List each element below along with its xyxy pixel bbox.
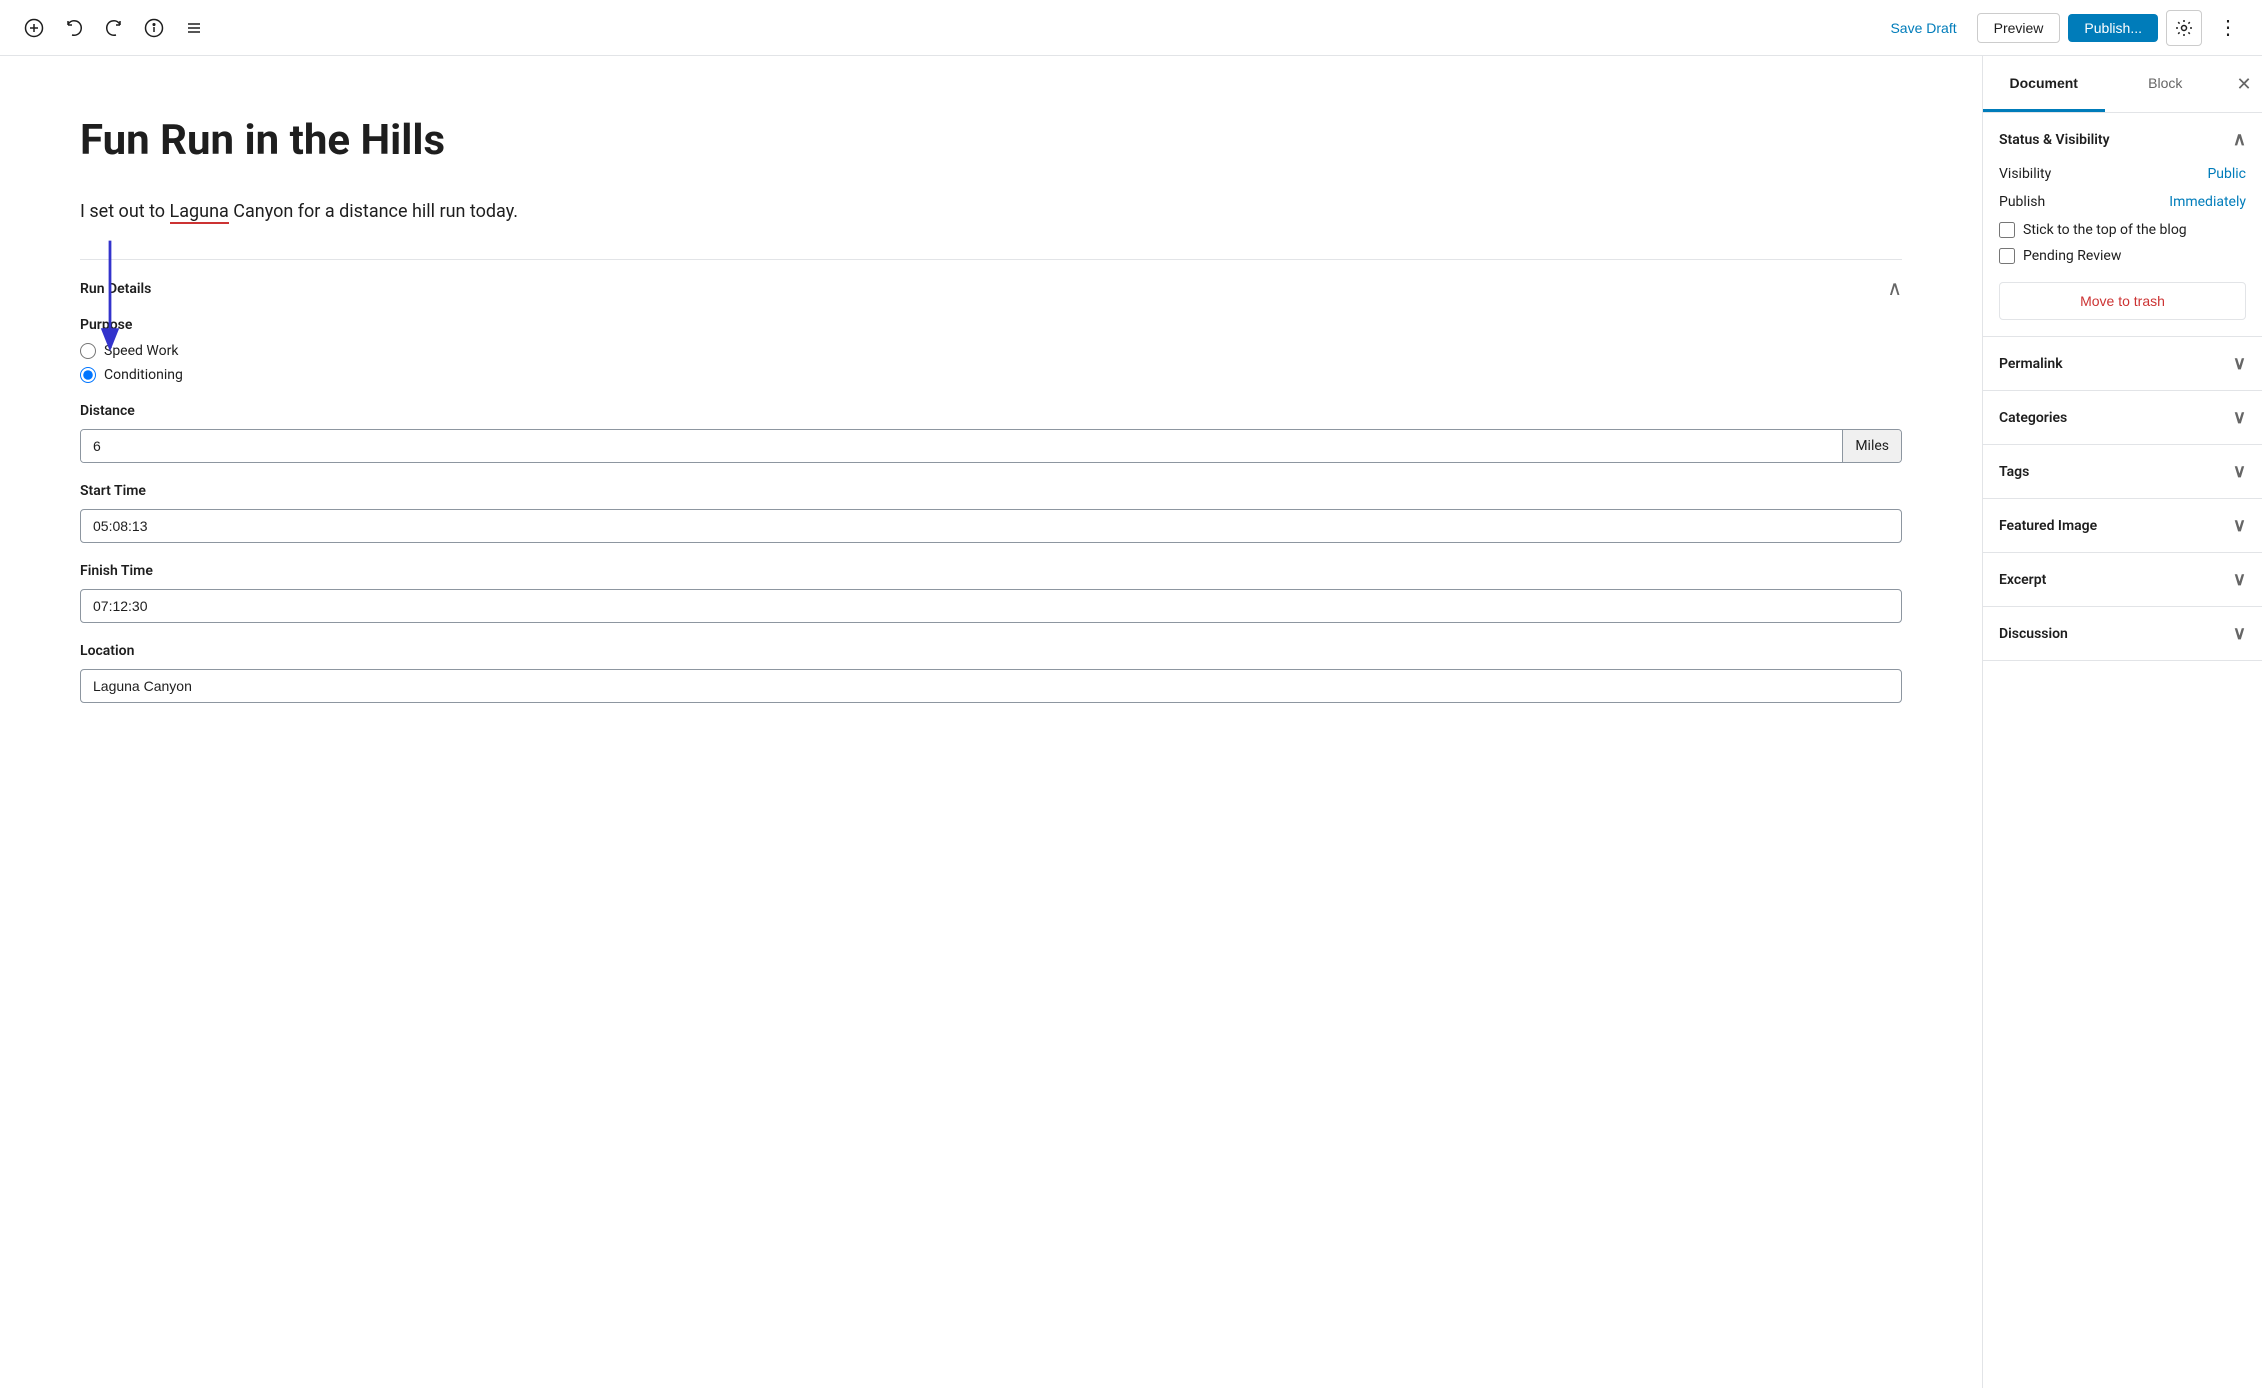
location-label: Location <box>80 643 1902 659</box>
visibility-row: Visibility Public <box>1999 166 2246 182</box>
tab-block[interactable]: Block <box>2105 56 2227 112</box>
settings-button[interactable] <box>2166 10 2202 46</box>
permalink-chevron: ∨ <box>2233 353 2246 374</box>
finish-time-field: Finish Time <box>80 563 1902 623</box>
toolbar: Save Draft Preview Publish... ⋮ <box>0 0 2262 56</box>
redo-button[interactable] <box>96 10 132 46</box>
section-permalink: Permalink ∨ <box>1983 337 2262 391</box>
editor-area[interactable]: Fun Run in the Hills I set out to Laguna… <box>0 56 1982 1388</box>
publish-button[interactable]: Publish... <box>2068 14 2158 42</box>
status-visibility-header[interactable]: Status & Visibility ∧ <box>1983 113 2262 166</box>
laguna-link[interactable]: Laguna <box>170 201 229 224</box>
right-sidebar: Document Block ✕ Status & Visibility ∧ V… <box>1982 56 2262 1388</box>
add-block-button[interactable] <box>16 10 52 46</box>
distance-input-wrapper: Miles <box>80 429 1902 463</box>
categories-chevron: ∨ <box>2233 407 2246 428</box>
excerpt-header[interactable]: Excerpt ∨ <box>1983 553 2262 606</box>
permalink-title: Permalink <box>1999 356 2063 372</box>
publish-row: Publish Immediately <box>1999 194 2246 210</box>
discussion-title: Discussion <box>1999 626 2068 642</box>
move-to-trash-button[interactable]: Move to trash <box>1999 282 2246 320</box>
meta-box-toggle[interactable]: ∧ <box>1887 276 1902 301</box>
section-featured-image: Featured Image ∨ <box>1983 499 2262 553</box>
section-status-visibility: Status & Visibility ∧ Visibility Public … <box>1983 113 2262 337</box>
start-time-label: Start Time <box>80 483 1902 499</box>
undo-button[interactable] <box>56 10 92 46</box>
purpose-field: Purpose Speed Work Conditioning <box>80 317 1902 383</box>
status-visibility-title: Status & Visibility <box>1999 132 2110 148</box>
post-title[interactable]: Fun Run in the Hills <box>80 116 1902 166</box>
visibility-label: Visibility <box>1999 166 2051 182</box>
start-time-field: Start Time <box>80 483 1902 543</box>
categories-header[interactable]: Categories ∨ <box>1983 391 2262 444</box>
meta-box-run-details: Run Details ∧ Purpose Speed Work Conditi… <box>80 259 1902 747</box>
sidebar-tabs: Document Block ✕ <box>1983 56 2262 113</box>
pending-review-label: Pending Review <box>2023 248 2121 264</box>
permalink-header[interactable]: Permalink ∨ <box>1983 337 2262 390</box>
pending-review-checkbox[interactable] <box>1999 248 2015 264</box>
radio-conditioning-input[interactable] <box>80 367 96 383</box>
radio-conditioning[interactable]: Conditioning <box>80 367 1902 383</box>
section-excerpt: Excerpt ∨ <box>1983 553 2262 607</box>
main-layout: Fun Run in the Hills I set out to Laguna… <box>0 56 2262 1388</box>
finish-time-input[interactable] <box>80 589 1902 623</box>
stick-to-top-row: Stick to the top of the blog <box>1999 222 2246 238</box>
categories-title: Categories <box>1999 410 2067 426</box>
distance-input[interactable] <box>81 430 1842 462</box>
save-draft-button[interactable]: Save Draft <box>1878 14 1968 42</box>
tab-document[interactable]: Document <box>1983 56 2105 112</box>
info-button[interactable] <box>136 10 172 46</box>
radio-speed-work-label: Speed Work <box>104 343 178 359</box>
publish-value[interactable]: Immediately <box>2169 194 2246 210</box>
featured-image-header[interactable]: Featured Image ∨ <box>1983 499 2262 552</box>
section-categories: Categories ∨ <box>1983 391 2262 445</box>
distance-label: Distance <box>80 403 1902 419</box>
location-field: Location <box>80 643 1902 703</box>
section-discussion: Discussion ∨ <box>1983 607 2262 661</box>
visibility-value[interactable]: Public <box>2207 166 2246 182</box>
tags-title: Tags <box>1999 464 2029 480</box>
tags-chevron: ∨ <box>2233 461 2246 482</box>
preview-button[interactable]: Preview <box>1977 13 2061 43</box>
featured-image-chevron: ∨ <box>2233 515 2246 536</box>
meta-box-content: Purpose Speed Work Conditioning <box>80 317 1902 747</box>
distance-field: Distance Miles <box>80 403 1902 463</box>
discussion-chevron: ∨ <box>2233 623 2246 644</box>
radio-speed-work[interactable]: Speed Work <box>80 343 1902 359</box>
featured-image-title: Featured Image <box>1999 518 2097 534</box>
excerpt-chevron: ∨ <box>2233 569 2246 590</box>
toolbar-left <box>16 10 1878 46</box>
tags-header[interactable]: Tags ∨ <box>1983 445 2262 498</box>
discussion-header[interactable]: Discussion ∨ <box>1983 607 2262 660</box>
section-tags: Tags ∨ <box>1983 445 2262 499</box>
location-input[interactable] <box>80 669 1902 703</box>
excerpt-title: Excerpt <box>1999 572 2046 588</box>
more-options-button[interactable]: ⋮ <box>2210 10 2246 46</box>
status-visibility-chevron: ∧ <box>2233 129 2246 150</box>
post-content[interactable]: I set out to Laguna Canyon for a distanc… <box>80 198 1902 227</box>
meta-box-title: Run Details <box>80 281 151 297</box>
pending-review-row: Pending Review <box>1999 248 2246 264</box>
publish-label: Publish <box>1999 194 2045 210</box>
distance-suffix: Miles <box>1842 430 1901 462</box>
radio-speed-work-input[interactable] <box>80 343 96 359</box>
list-view-button[interactable] <box>176 10 212 46</box>
radio-conditioning-label: Conditioning <box>104 367 183 383</box>
stick-to-top-checkbox[interactable] <box>1999 222 2015 238</box>
close-sidebar-button[interactable]: ✕ <box>2226 56 2262 112</box>
purpose-radio-group: Speed Work Conditioning <box>80 343 1902 383</box>
stick-to-top-label: Stick to the top of the blog <box>2023 222 2187 238</box>
meta-box-header[interactable]: Run Details ∧ <box>80 260 1902 317</box>
status-visibility-content: Visibility Public Publish Immediately St… <box>1983 166 2262 336</box>
purpose-label: Purpose <box>80 317 1902 333</box>
toolbar-right: Save Draft Preview Publish... ⋮ <box>1878 10 2246 46</box>
start-time-input[interactable] <box>80 509 1902 543</box>
finish-time-label: Finish Time <box>80 563 1902 579</box>
